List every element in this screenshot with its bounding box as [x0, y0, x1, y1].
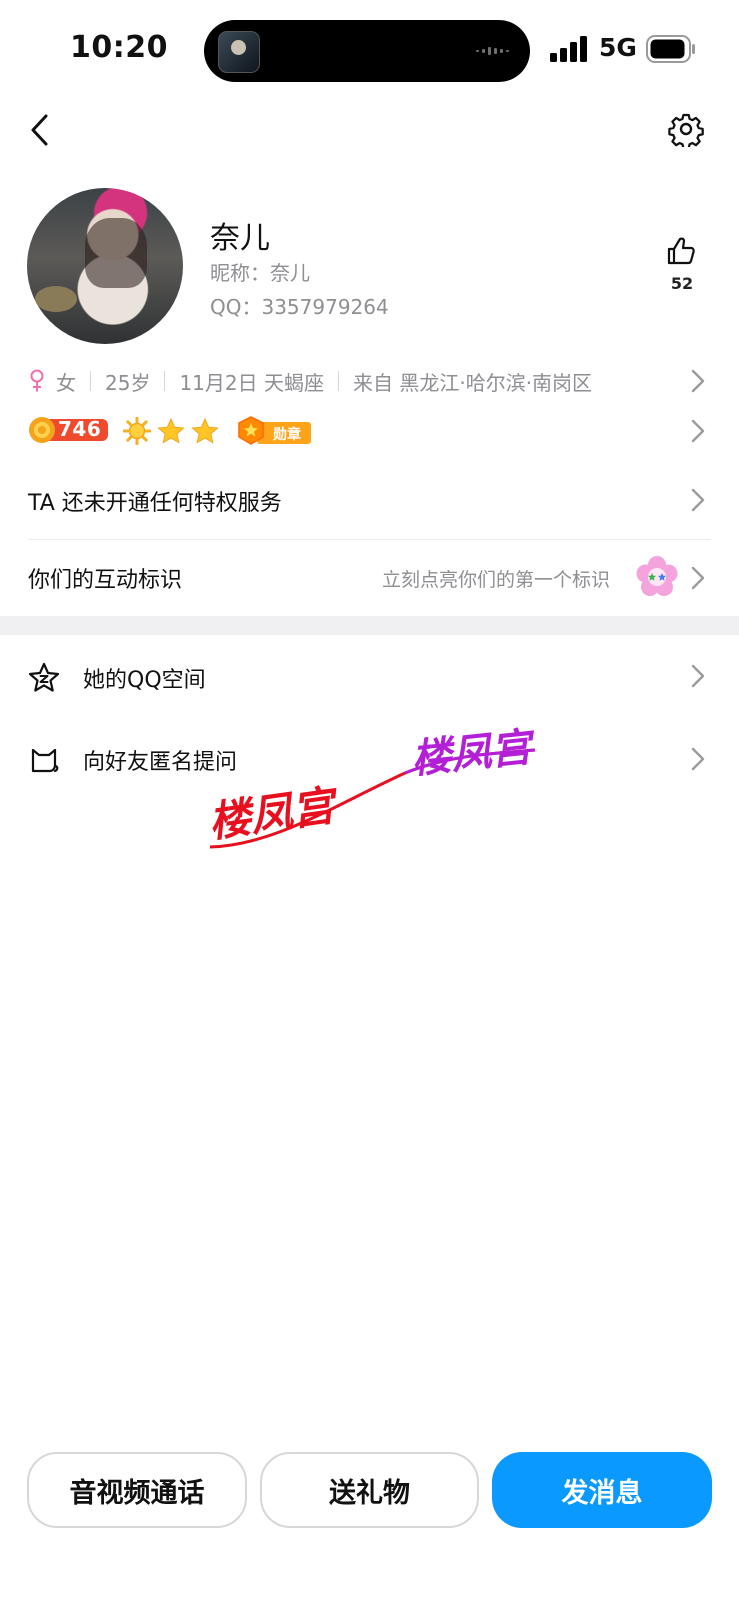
- medal-badge[interactable]: 勋章: [237, 415, 313, 447]
- chevron-right-icon[interactable]: [690, 368, 706, 394]
- flower-icon: [636, 556, 678, 596]
- chevron-left-icon[interactable]: [26, 112, 56, 148]
- interaction-row[interactable]: 你们的互动标识: [28, 562, 182, 594]
- like-count: 52: [670, 274, 694, 293]
- divider: [28, 539, 711, 540]
- chevron-right-icon[interactable]: [690, 487, 706, 513]
- audio-wave-icon: [476, 47, 509, 55]
- gender-text: 女: [56, 370, 76, 395]
- qq-number-row: QQ：3357979264: [210, 291, 389, 320]
- nickname-value: 奈儿: [270, 261, 310, 285]
- cat-icon: [31, 748, 59, 773]
- qq-level-badge[interactable]: 746: [28, 415, 110, 445]
- interaction-hint[interactable]: 立刻点亮你们的第一个标识: [382, 565, 610, 592]
- chevron-right-icon[interactable]: [690, 418, 706, 444]
- send-message-button[interactable]: 发消息: [492, 1452, 712, 1528]
- video-call-button[interactable]: 音视频通话: [27, 1452, 247, 1528]
- star-icon: [191, 418, 219, 444]
- section-divider: [0, 616, 739, 635]
- location-text: 来自 黑龙江·哈尔滨·南岗区: [352, 370, 593, 395]
- watermark-left-text: 楼凤宫: [206, 780, 344, 847]
- star-icon: [157, 418, 185, 444]
- avatar[interactable]: [27, 188, 183, 344]
- divider: [164, 371, 166, 391]
- sun-icon: [123, 417, 151, 445]
- profile-name: 奈儿: [210, 221, 270, 256]
- level-number: 746: [58, 417, 102, 441]
- game-app-icon[interactable]: [218, 31, 260, 73]
- status-time: 10:20: [70, 30, 168, 65]
- qq-number: 3357979264: [261, 295, 389, 319]
- nickname-row: 昵称：奈儿: [210, 257, 310, 286]
- qq-label: QQ：: [210, 295, 262, 319]
- send-gift-button[interactable]: 送礼物: [260, 1452, 479, 1528]
- medal-label: 勋章: [273, 427, 301, 443]
- gear-icon[interactable]: [668, 111, 704, 147]
- dynamic-island[interactable]: [204, 20, 530, 82]
- qzone-star-icon: [28, 662, 60, 692]
- signal-icon: [550, 36, 587, 62]
- watermark: 楼凤宫 楼凤宫: [205, 715, 550, 875]
- battery-icon: [646, 35, 695, 63]
- watermark-right-text: 楼凤宫: [409, 724, 538, 783]
- privilege-row[interactable]: TA 还未开通任何特权服务: [28, 485, 282, 517]
- chevron-right-icon[interactable]: [690, 663, 706, 689]
- female-icon: [30, 369, 44, 392]
- network-type: 5G: [599, 33, 637, 62]
- divider: [337, 371, 339, 391]
- thumbs-up-icon[interactable]: [666, 236, 696, 266]
- nickname-label: 昵称：: [210, 261, 270, 285]
- qzone-row[interactable]: 她的QQ空间: [83, 662, 206, 694]
- divider: [90, 371, 91, 391]
- age-text: 25岁: [105, 370, 151, 395]
- info-row[interactable]: 女 25岁 11月2日 天蝎座 来自 黑龙江·哈尔滨·南岗区: [30, 367, 592, 395]
- birthday-text: 11月2日 天蝎座: [179, 370, 324, 395]
- chevron-right-icon[interactable]: [690, 746, 706, 772]
- chevron-right-icon[interactable]: [690, 565, 706, 591]
